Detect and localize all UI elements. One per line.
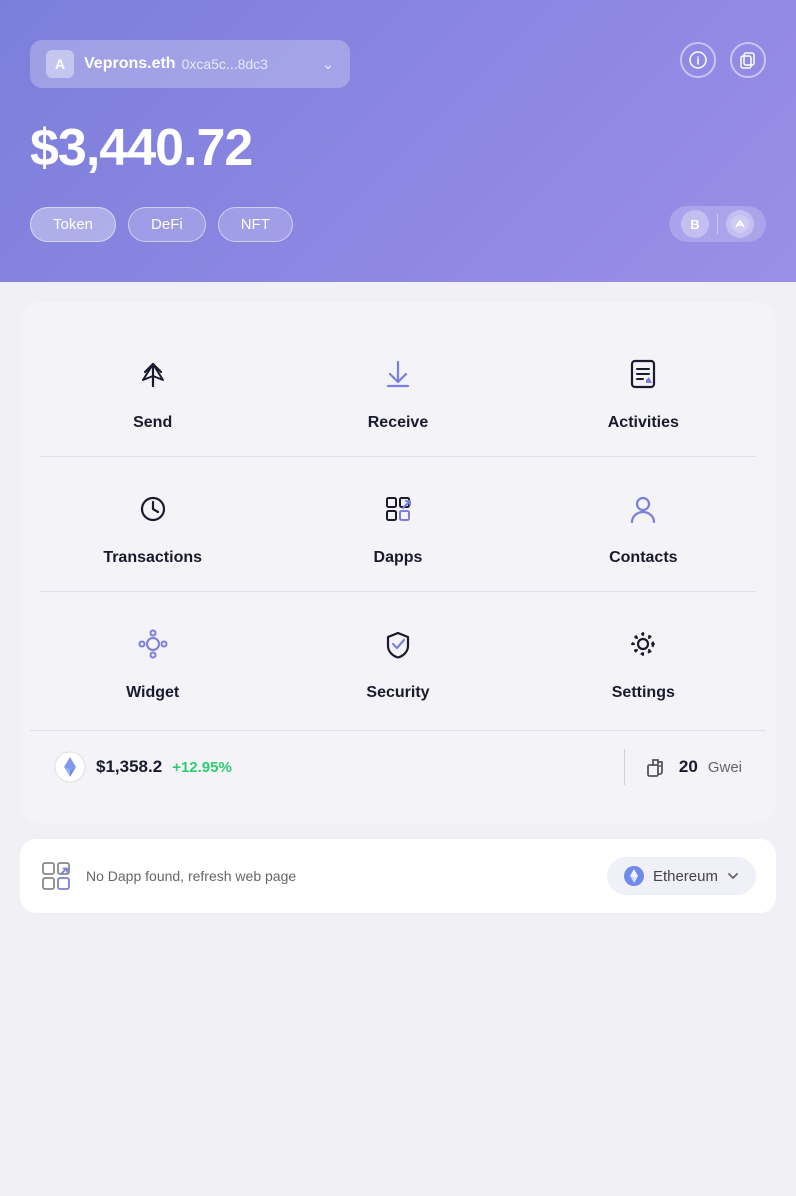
svg-text:i: i bbox=[696, 56, 699, 68]
dapps-icon bbox=[370, 481, 426, 537]
gas-value: 20 bbox=[679, 757, 698, 777]
main-card: Send Receive A bbox=[20, 302, 776, 823]
partner-logos: B bbox=[669, 206, 766, 242]
partner-divider bbox=[717, 214, 718, 234]
dapp-message: No Dapp found, refresh web page bbox=[86, 868, 296, 884]
send-label: Send bbox=[133, 414, 172, 432]
tab-defi[interactable]: DeFi bbox=[128, 207, 206, 242]
settings-label: Settings bbox=[612, 684, 675, 702]
contacts-button[interactable]: Contacts bbox=[521, 457, 766, 591]
svg-text:B: B bbox=[690, 217, 699, 232]
receive-icon bbox=[370, 346, 426, 402]
contacts-label: Contacts bbox=[609, 549, 677, 567]
price-bar: $1,358.2 +12.95% 20 Gwei bbox=[30, 730, 766, 803]
widget-button[interactable]: Widget bbox=[30, 592, 275, 726]
security-icon bbox=[370, 616, 426, 672]
header-actions: i bbox=[680, 42, 766, 78]
security-button[interactable]: Security bbox=[275, 592, 520, 726]
gas-section: 20 Gwei bbox=[645, 755, 742, 779]
send-button[interactable]: Send bbox=[30, 322, 275, 456]
transactions-icon bbox=[125, 481, 181, 537]
gas-icon bbox=[645, 755, 669, 779]
dapps-button[interactable]: Dapps bbox=[275, 457, 520, 591]
tab-token[interactable]: Token bbox=[30, 207, 116, 242]
settings-button[interactable]: Settings bbox=[521, 592, 766, 726]
send-icon bbox=[125, 346, 181, 402]
dapps-label: Dapps bbox=[374, 549, 423, 567]
transactions-button[interactable]: Transactions bbox=[30, 457, 275, 591]
eth-price-section: $1,358.2 +12.95% bbox=[54, 751, 604, 783]
widget-label: Widget bbox=[126, 684, 179, 702]
activities-label: Activities bbox=[608, 414, 679, 432]
widget-icon bbox=[125, 616, 181, 672]
balance-display: $3,440.72 bbox=[30, 118, 766, 178]
security-label: Security bbox=[366, 684, 429, 702]
partner-b-logo: B bbox=[681, 210, 709, 238]
info-button[interactable]: i bbox=[680, 42, 716, 78]
action-grid-3: Widget Security Settings bbox=[30, 592, 766, 726]
header: A Veprons.eth 0xca5c...8dc3 ⌄ i $3,440.7… bbox=[0, 0, 796, 282]
dapp-bar: No Dapp found, refresh web page Ethereum bbox=[20, 839, 776, 913]
chevron-down-icon[interactable]: ⌄ bbox=[322, 56, 334, 73]
network-selector[interactable]: Ethereum bbox=[607, 857, 756, 895]
activities-icon bbox=[615, 346, 671, 402]
partner-m-logo bbox=[726, 210, 754, 238]
eth-change-value: +12.95% bbox=[172, 759, 232, 776]
action-grid: Send Receive A bbox=[30, 322, 766, 456]
bar-divider bbox=[624, 749, 625, 785]
wallet-address: 0xca5c...8dc3 bbox=[182, 56, 268, 72]
dapp-grid-icon bbox=[40, 860, 72, 892]
network-chevron-icon bbox=[726, 869, 740, 883]
tab-nft[interactable]: NFT bbox=[218, 207, 293, 242]
tab-row: Token DeFi NFT B bbox=[30, 206, 766, 242]
contacts-icon bbox=[615, 481, 671, 537]
network-label: Ethereum bbox=[653, 868, 718, 885]
wallet-avatar: A bbox=[46, 50, 74, 78]
ethereum-network-icon bbox=[623, 865, 645, 887]
receive-button[interactable]: Receive bbox=[275, 322, 520, 456]
transactions-label: Transactions bbox=[103, 549, 202, 567]
gas-unit: Gwei bbox=[708, 759, 742, 776]
action-grid-2: Transactions Dapps bbox=[30, 457, 766, 591]
dapp-left: No Dapp found, refresh web page bbox=[40, 860, 296, 892]
wallet-name: Veprons.eth bbox=[84, 55, 176, 73]
eth-logo-icon bbox=[54, 751, 86, 783]
copy-button[interactable] bbox=[730, 42, 766, 78]
receive-label: Receive bbox=[368, 414, 429, 432]
activities-button[interactable]: Activities bbox=[521, 322, 766, 456]
address-bar[interactable]: A Veprons.eth 0xca5c...8dc3 ⌄ bbox=[30, 40, 350, 88]
eth-price-value: $1,358.2 bbox=[96, 757, 162, 777]
settings-icon bbox=[615, 616, 671, 672]
